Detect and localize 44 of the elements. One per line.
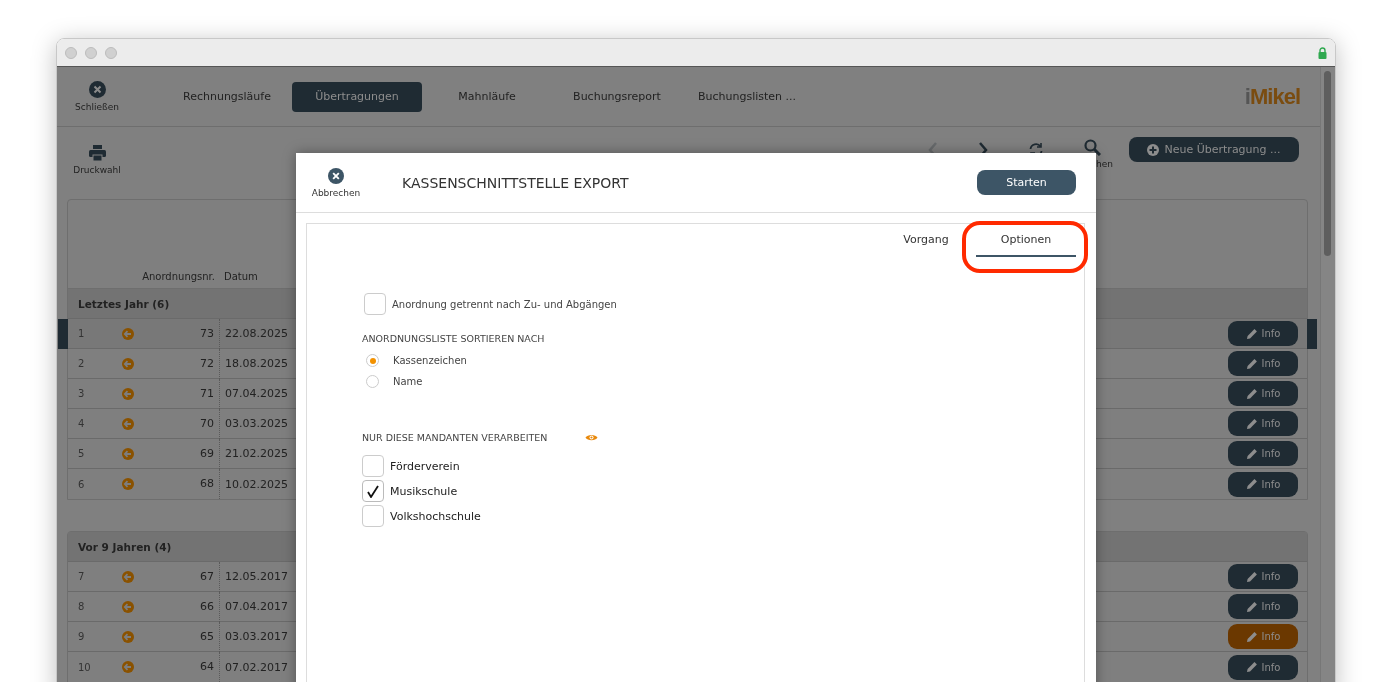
table-cell: 73 bbox=[134, 318, 220, 349]
table-cell-text: 07.02.2017 bbox=[224, 660, 288, 674]
table-cell: 64 bbox=[134, 652, 220, 682]
checkbox-label: Musikschule bbox=[390, 484, 458, 498]
row-number: 7 bbox=[78, 571, 86, 582]
column-header: Datum bbox=[224, 271, 258, 282]
table-cell-text: 03.03.2017 bbox=[224, 630, 288, 643]
table-cell: 68 bbox=[134, 469, 220, 499]
table-cell: 67 bbox=[134, 561, 220, 592]
dialog-title: KASSENSCHNITTSTELLE EXPORT bbox=[402, 174, 629, 191]
table-cell-text: 12.05.2017 bbox=[224, 570, 288, 583]
row-number: 2 bbox=[78, 358, 86, 369]
table-cell-text: 07.04.2017 bbox=[224, 600, 288, 613]
table-cell: 70 bbox=[134, 408, 220, 439]
row-number: 8 bbox=[78, 601, 86, 612]
table-cell-text: 03.03.2025 bbox=[224, 417, 288, 430]
row-number: 9 bbox=[78, 631, 86, 642]
section-heading: ANORDNUNGSLISTE SORTIEREN NACH bbox=[362, 333, 546, 344]
table-cell-text: 22.08.2025 bbox=[224, 327, 288, 340]
column-header: Anordnungsnr. bbox=[141, 271, 215, 282]
row-number: 4 bbox=[78, 418, 86, 429]
checkbox-label: Volkshochschule bbox=[390, 509, 481, 523]
group-header: Letztes Jahr (6) bbox=[78, 297, 170, 310]
radio-label: Kassenzeichen bbox=[393, 355, 467, 366]
table-cell: 65 bbox=[134, 621, 220, 652]
table-cell: 66 bbox=[134, 591, 220, 622]
row-number: 1 bbox=[78, 328, 86, 339]
row-number: 6 bbox=[78, 478, 86, 490]
table-cell-text: 10.02.2025 bbox=[224, 477, 288, 491]
row-number: 3 bbox=[78, 388, 86, 399]
table-cell: 69 bbox=[134, 438, 220, 469]
table-cell: 72 bbox=[134, 348, 220, 379]
table-cell-text: 18.08.2025 bbox=[224, 357, 288, 370]
row-number: 5 bbox=[78, 448, 86, 459]
search-label: hen bbox=[1096, 159, 1113, 169]
row-number: 10 bbox=[78, 661, 92, 673]
table-cell-text: 21.02.2025 bbox=[224, 447, 288, 460]
table-cell: 71 bbox=[134, 378, 220, 409]
checkbox-label: Förderverein bbox=[390, 459, 460, 473]
group-header: Vor 9 Jahren (4) bbox=[78, 540, 172, 553]
section-heading: NUR DIESE MANDANTEN VERARBEITEN bbox=[362, 432, 548, 443]
radio-label: Name bbox=[393, 376, 423, 387]
checkbox-label: Anordnung getrennt nach Zu- und Abgängen bbox=[392, 298, 617, 310]
table-cell-text: 07.04.2025 bbox=[224, 387, 288, 400]
